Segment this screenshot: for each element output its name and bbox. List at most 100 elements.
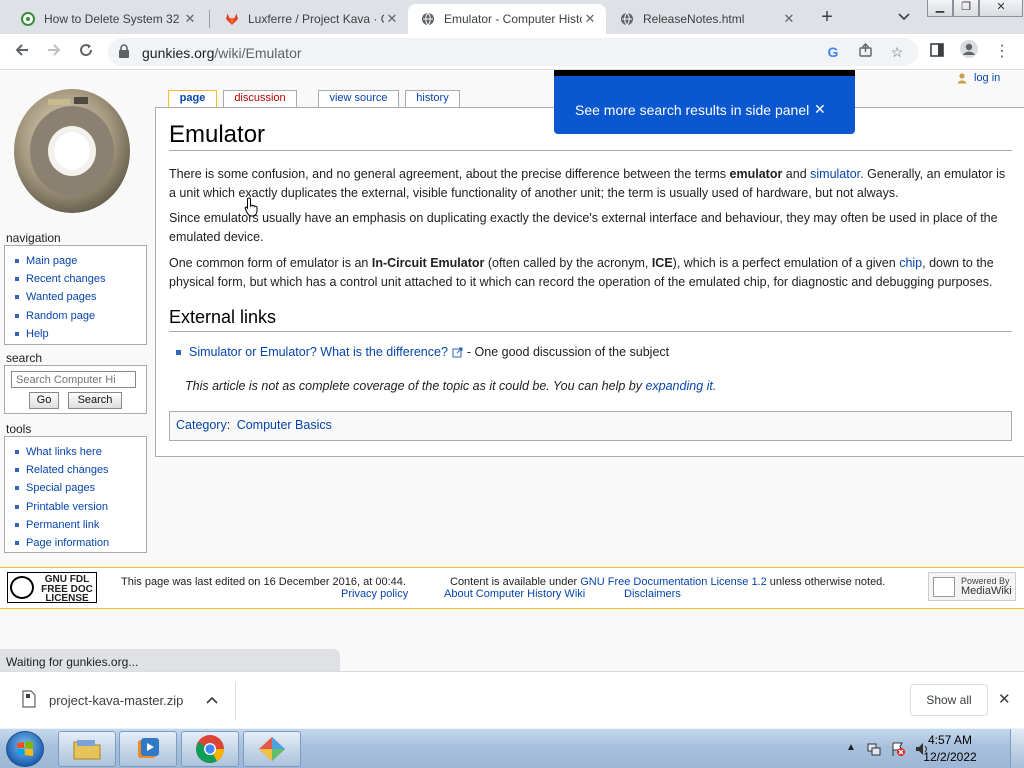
- chevron-up-icon[interactable]: [206, 696, 218, 704]
- tab-delete-system32[interactable]: How to Delete System 32 ✕: [8, 4, 206, 34]
- bookmark-star-icon[interactable]: ☆: [888, 43, 906, 61]
- taskbar-chrome[interactable]: [181, 731, 239, 767]
- nav-recent-changes[interactable]: Recent changes: [15, 270, 140, 288]
- reload-button[interactable]: [73, 39, 99, 65]
- taskbar-clock[interactable]: 4:57 AM 12/2/2022: [920, 732, 980, 766]
- zip-file-icon: [22, 690, 36, 708]
- tab-page-link[interactable]: page: [180, 92, 206, 104]
- new-tab-button[interactable]: +: [814, 5, 840, 29]
- tool-link[interactable]: Related changes: [26, 464, 109, 476]
- gfdl-text: GNU FDL FREE DOC LICENSE: [38, 575, 96, 604]
- nav-help[interactable]: Help: [15, 325, 140, 343]
- tool-link[interactable]: Special pages: [26, 482, 95, 494]
- tool-permanent-link[interactable]: Permanent link: [15, 516, 140, 534]
- show-all-downloads-button[interactable]: Show all: [910, 684, 988, 716]
- tool-link[interactable]: Page information: [26, 537, 109, 549]
- disk-pack-logo-icon: [14, 89, 130, 213]
- tab-close-icon[interactable]: ✕: [182, 11, 198, 27]
- paragraph-2: Since emulators usually have an emphasis…: [169, 211, 998, 244]
- browser-toolbar: gunkies.org/wiki/Emulator G ☆ ⋮: [0, 34, 1024, 70]
- menu-kebab-icon[interactable]: ⋮: [989, 39, 1015, 65]
- go-button[interactable]: Go: [29, 392, 59, 409]
- disclaimers-link[interactable]: Disclaimers: [624, 588, 681, 600]
- nav-wanted-pages[interactable]: Wanted pages: [15, 288, 140, 306]
- window-close-button[interactable]: ✕: [979, 0, 1023, 17]
- simulator-link[interactable]: simulator: [810, 167, 860, 181]
- nav-link[interactable]: Help: [26, 328, 49, 340]
- tray-expand-icon[interactable]: ▲: [846, 742, 856, 753]
- category-box: Category: Computer Basics: [169, 411, 1012, 441]
- back-button[interactable]: [9, 39, 35, 65]
- tab-release-notes[interactable]: ReleaseNotes.html ✕: [607, 4, 805, 34]
- category-label-link[interactable]: Category: [176, 418, 227, 432]
- minimize-button[interactable]: ▁: [927, 0, 953, 17]
- tool-what-links-here[interactable]: What links here: [15, 443, 140, 461]
- external-link-item: Simulator or Emulator? What is the diffe…: [176, 345, 669, 359]
- tool-link[interactable]: What links here: [26, 446, 102, 458]
- wiki-footer: GNU FDL FREE DOC LICENSE This page was l…: [0, 567, 1024, 609]
- side-panel-button[interactable]: [924, 39, 950, 65]
- nav-link[interactable]: Recent changes: [26, 273, 106, 285]
- close-download-shelf-icon[interactable]: ✕: [998, 690, 1011, 708]
- tab-close-icon[interactable]: ✕: [781, 11, 797, 27]
- external-link-icon: [452, 347, 463, 357]
- tool-special-pages[interactable]: Special pages: [15, 479, 140, 497]
- wiki-search-input[interactable]: [11, 371, 136, 388]
- arrow-left-icon: [15, 44, 28, 56]
- tab-page[interactable]: page: [168, 90, 217, 108]
- tab-history[interactable]: history: [405, 90, 460, 107]
- popover-close-icon[interactable]: ✕: [814, 101, 826, 118]
- tab-discussion[interactable]: discussion: [223, 90, 297, 107]
- tab-history-link[interactable]: history: [416, 92, 448, 104]
- login-link[interactable]: log in: [974, 72, 1000, 84]
- restore-button[interactable]: ❐: [953, 0, 979, 17]
- external-link-description: - One good discussion of the subject: [466, 345, 670, 359]
- wiki-logo[interactable]: [12, 83, 132, 228]
- nav-link[interactable]: Wanted pages: [26, 291, 97, 303]
- tab-close-icon[interactable]: ✕: [582, 11, 598, 27]
- search-button[interactable]: Search: [68, 392, 122, 409]
- privacy-policy-link[interactable]: Privacy policy: [341, 588, 408, 600]
- tab-close-icon[interactable]: ✕: [384, 11, 400, 27]
- chip-link[interactable]: chip: [899, 256, 922, 270]
- tab-search-button[interactable]: [894, 7, 914, 27]
- network-icon[interactable]: [866, 741, 882, 757]
- show-desktop-button[interactable]: [1010, 729, 1024, 768]
- address-bar[interactable]: gunkies.org/wiki/Emulator G ☆: [108, 38, 918, 66]
- tool-link[interactable]: Printable version: [26, 501, 108, 513]
- category-link[interactable]: Computer Basics: [237, 418, 332, 432]
- about-link[interactable]: About Computer History Wiki: [444, 588, 585, 600]
- tab-view-source-link[interactable]: view source: [329, 92, 387, 104]
- url-text[interactable]: gunkies.org/wiki/Emulator: [142, 45, 302, 61]
- license-link[interactable]: GNU Free Documentation License 1.2: [580, 576, 766, 588]
- nav-random-page[interactable]: Random page: [15, 307, 140, 325]
- text-run: One common form of emulator is an: [169, 256, 372, 270]
- action-center-flag-icon[interactable]: [890, 741, 906, 757]
- tool-printable-version[interactable]: Printable version: [15, 498, 140, 516]
- google-lens-icon[interactable]: G: [824, 43, 842, 61]
- gfdl-badge[interactable]: GNU FDL FREE DOC LICENSE: [7, 572, 97, 603]
- powered-by-mediawiki[interactable]: Powered By MediaWiki: [928, 572, 1016, 601]
- lock-icon[interactable]: [118, 44, 130, 61]
- tool-page-information[interactable]: Page information: [15, 534, 140, 552]
- profile-button[interactable]: [956, 39, 982, 65]
- external-link[interactable]: Simulator or Emulator? What is the diffe…: [189, 345, 448, 359]
- nav-main-page[interactable]: Main page: [15, 252, 140, 270]
- tool-related-changes[interactable]: Related changes: [15, 461, 140, 479]
- start-button[interactable]: [6, 731, 44, 767]
- forward-button[interactable]: [41, 39, 67, 65]
- taskbar-explorer[interactable]: [58, 731, 116, 767]
- nav-link[interactable]: Main page: [26, 255, 77, 267]
- nav-link[interactable]: Random page: [26, 310, 95, 322]
- taskbar-media-player[interactable]: [119, 731, 177, 767]
- tool-link[interactable]: Permanent link: [26, 519, 99, 531]
- chevron-down-icon: [898, 13, 910, 21]
- tab-project-kava[interactable]: Luxferre / Project Kava · G ✕: [212, 4, 408, 34]
- taskbar-app[interactable]: [243, 731, 301, 767]
- tab-emulator[interactable]: Emulator - Computer Histo ✕: [408, 4, 606, 34]
- download-item[interactable]: project-kava-master.zip: [0, 682, 236, 720]
- tab-discussion-link[interactable]: discussion: [234, 92, 285, 104]
- tab-view-source[interactable]: view source: [318, 90, 399, 107]
- share-icon[interactable]: [856, 43, 874, 61]
- expanding-link[interactable]: expanding it.: [645, 379, 716, 393]
